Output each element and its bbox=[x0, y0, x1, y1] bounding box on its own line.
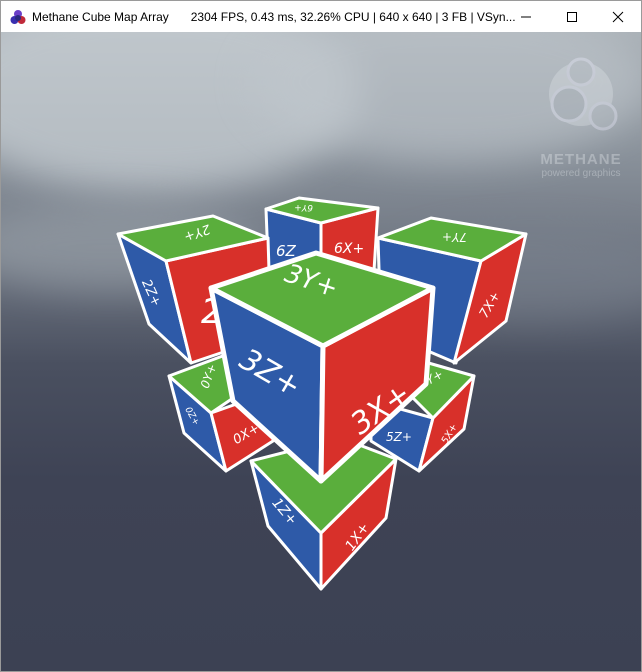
face-label: 6X+ bbox=[334, 241, 364, 257]
face-label: 5Z+ bbox=[386, 430, 412, 444]
face-label: 6Z bbox=[276, 242, 297, 260]
cube-scene: 6Y+ 6Z 6X+ 7Y+ 7X+ 2Y+ 2Z+ 2 0Y+ 0Z+ 0X+… bbox=[116, 196, 528, 591]
minimize-icon bbox=[521, 16, 531, 17]
app-window: Methane Cube Map Array 2304 FPS, 0.43 ms… bbox=[0, 0, 642, 672]
close-icon bbox=[612, 11, 624, 22]
fps-stats: 2304 FPS, 0.43 ms, 32.26% CPU | 640 x 64… bbox=[190, 9, 516, 24]
maximize-button[interactable] bbox=[549, 1, 595, 32]
minimize-button[interactable] bbox=[503, 1, 549, 32]
title-bar[interactable]: Methane Cube Map Array 2304 FPS, 0.43 ms… bbox=[1, 1, 641, 32]
maximize-icon bbox=[567, 11, 577, 22]
window-title: Methane Cube Map Array bbox=[32, 9, 169, 24]
close-button[interactable] bbox=[595, 1, 641, 32]
face-label: 6Y+ bbox=[294, 202, 313, 212]
face-label: 7Y+ bbox=[442, 230, 467, 244]
render-viewport[interactable]: METHANE powered graphics 6Y+ 6Z 6X+ 7Y+ … bbox=[1, 32, 641, 671]
methane-app-icon bbox=[10, 9, 26, 24]
